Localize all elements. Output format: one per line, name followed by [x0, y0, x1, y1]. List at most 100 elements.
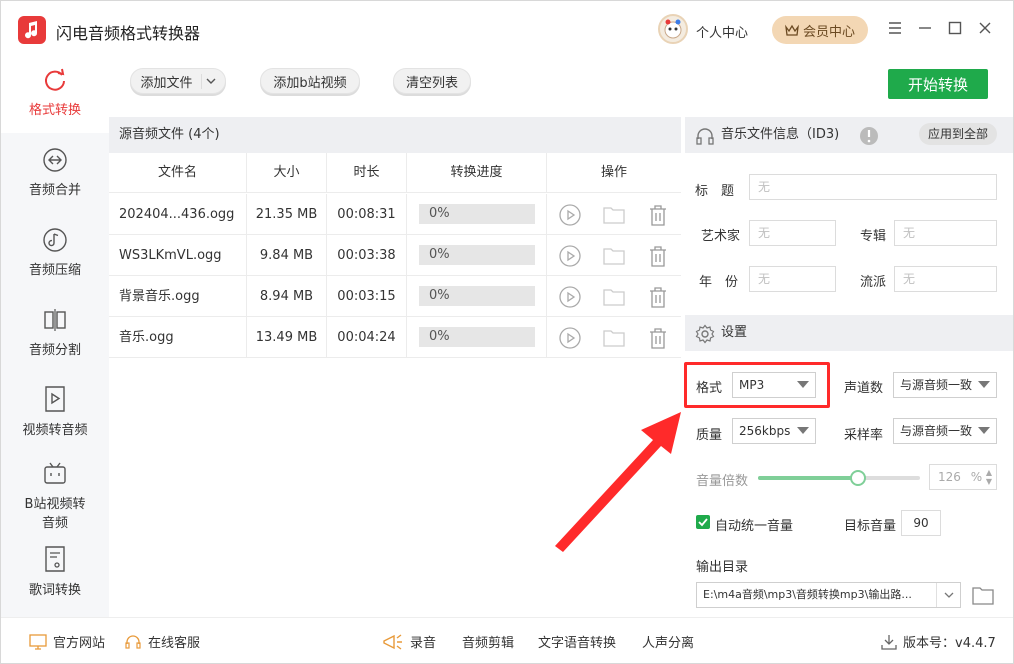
artist-field[interactable]: 无 [749, 220, 836, 246]
app-title: 闪电音频格式转换器 [56, 24, 201, 43]
output-path: E:\m4a音频\mp3\音频转换mp3\输出路... [703, 588, 912, 601]
play-icon[interactable] [559, 286, 581, 308]
target-volume-label: 目标音量 [844, 519, 897, 534]
chevron-down-icon [978, 381, 990, 388]
sidebar-item-format-convert[interactable]: 格式转换 [1, 57, 109, 133]
folder-icon[interactable] [603, 245, 625, 267]
file-duration: 00:08:31 [327, 194, 407, 235]
samplerate-select[interactable]: 与源音频一致 [893, 418, 997, 444]
trash-icon[interactable] [647, 245, 669, 267]
info-icon[interactable] [859, 125, 879, 161]
record-link[interactable]: 录音 [382, 632, 436, 651]
year-label: 年 份 [699, 275, 739, 290]
folder-icon[interactable] [603, 327, 625, 349]
trash-icon[interactable] [647, 286, 669, 308]
play-icon[interactable] [559, 204, 581, 226]
trash-icon[interactable] [647, 204, 669, 226]
chevron-down-icon [936, 583, 960, 607]
quality-label: 质量 [696, 428, 723, 443]
table-row[interactable]: 音乐.ogg 13.49 MB 00:04:24 0% [109, 317, 681, 358]
progress-cell: 0% [407, 235, 547, 276]
volume-slider-handle[interactable] [850, 470, 866, 486]
minimize-icon[interactable] [914, 17, 936, 39]
play-icon[interactable] [559, 245, 581, 267]
target-volume-field[interactable]: 90 [901, 510, 941, 536]
progress-bar: 0% [419, 327, 535, 347]
sidebar-item-lyrics[interactable]: 歌词转换 [1, 541, 109, 617]
maximize-icon[interactable] [944, 17, 966, 39]
progress-bar: 0% [419, 286, 535, 306]
version-label: 版本号：v4.4.7 [903, 636, 996, 651]
file-size: 21.35 MB [247, 194, 327, 235]
title-field[interactable]: 无 [749, 174, 997, 200]
year-field[interactable]: 无 [749, 266, 836, 292]
play-icon[interactable] [559, 327, 581, 349]
volume-value: 126 [938, 470, 961, 484]
gear-icon [695, 323, 715, 359]
volume-slider-track[interactable] [758, 470, 920, 486]
split-icon [44, 309, 66, 331]
output-label: 输出目录 [696, 560, 749, 575]
right-panel: 音乐文件信息（ID3) 应用到全部 标 题 无 艺术家 无 专辑 无 年 份 无… [684, 117, 1013, 617]
actions-cell [547, 235, 681, 276]
genre-field[interactable]: 无 [894, 266, 997, 292]
trash-icon[interactable] [647, 327, 669, 349]
tts-link[interactable]: 文字语音转换 [538, 632, 616, 651]
actions-cell [547, 194, 681, 235]
title-label: 标 题 [695, 184, 735, 199]
album-field[interactable]: 无 [894, 220, 997, 246]
official-website-label: 官方网站 [53, 636, 106, 651]
online-service-label: 在线客服 [148, 636, 201, 651]
folder-icon[interactable] [972, 585, 994, 609]
id3-section-header: 音乐文件信息（ID3) 应用到全部 [685, 117, 1013, 153]
folder-icon[interactable] [603, 286, 625, 308]
close-icon[interactable] [974, 17, 996, 39]
version-info: 版本号：v4.4.7 [881, 632, 996, 651]
bilibili-icon [44, 462, 66, 484]
avatar[interactable] [658, 14, 688, 44]
vocal-separation-link[interactable]: 人声分离 [642, 632, 694, 651]
table-row[interactable]: WS3LKmVL.ogg 9.84 MB 00:03:38 0% [109, 235, 681, 276]
sidebar-item-bilibili[interactable]: B站视频转 音频 [1, 457, 109, 537]
vip-center-button[interactable]: 会员中心 [772, 16, 868, 44]
clear-list-button[interactable]: 清空列表 [393, 68, 471, 94]
chevron-down-icon[interactable] [200, 73, 216, 89]
quality-value: 256kbps [739, 424, 791, 438]
add-file-button[interactable]: 添加文件 [130, 68, 226, 94]
column-header-name: 文件名 [109, 153, 247, 193]
online-service-link[interactable]: 在线客服 [124, 632, 200, 651]
add-bilibili-button[interactable]: 添加b站视频 [260, 68, 360, 94]
actions-cell [547, 276, 681, 317]
sidebar-item-video-to-audio[interactable]: 视频转音频 [1, 377, 109, 453]
personal-center-link[interactable]: 个人中心 [696, 22, 748, 41]
apply-all-button[interactable]: 应用到全部 [919, 123, 997, 145]
sidebar-item-audio-merge[interactable]: 音频合并 [1, 137, 109, 213]
volume-stepper[interactable]: 126 % ▲ ▼ [929, 464, 997, 490]
official-website-link[interactable]: 官方网站 [29, 632, 105, 651]
file-name: 202404...436.ogg [109, 194, 247, 235]
file-list-header: 源音频文件 (4个) [109, 117, 681, 153]
column-header-size: 大小 [247, 153, 327, 193]
actions-cell [547, 317, 681, 358]
folder-icon[interactable] [603, 204, 625, 226]
genre-label: 流派 [860, 275, 887, 290]
stepper-arrows-icon[interactable]: ▲ ▼ [986, 468, 992, 486]
menu-icon[interactable] [884, 17, 906, 39]
table-row[interactable]: 背景音乐.ogg 8.94 MB 00:03:15 0% [109, 276, 681, 317]
audio-edit-link[interactable]: 音频剪辑 [462, 632, 514, 651]
progress-cell: 0% [407, 276, 547, 317]
auto-volume-checkbox[interactable] [696, 515, 710, 529]
channel-select[interactable]: 与源音频一致 [893, 372, 997, 398]
title-bar: 闪电音频格式转换器 个人中心 会员中心 [1, 1, 1013, 57]
monitor-icon [29, 633, 47, 650]
file-size: 13.49 MB [247, 317, 327, 358]
table-row[interactable]: 202404...436.ogg 21.35 MB 00:08:31 0% [109, 194, 681, 235]
sidebar-item-audio-compress[interactable]: 音频压缩 [1, 217, 109, 293]
quality-select[interactable]: 256kbps [732, 418, 816, 444]
output-dir-select[interactable]: E:\m4a音频\mp3\音频转换mp3\输出路... [696, 582, 961, 608]
bottom-bar: 官方网站 在线客服 录音 音频剪辑 文字语音转换 人声分离 版本号：v4.4.7 [1, 617, 1013, 663]
sidebar-item-audio-split[interactable]: 音频分割 [1, 297, 109, 373]
annotation-arrow [555, 412, 681, 552]
start-convert-button[interactable]: 开始转换 [888, 69, 988, 99]
app-logo-icon [18, 16, 46, 44]
